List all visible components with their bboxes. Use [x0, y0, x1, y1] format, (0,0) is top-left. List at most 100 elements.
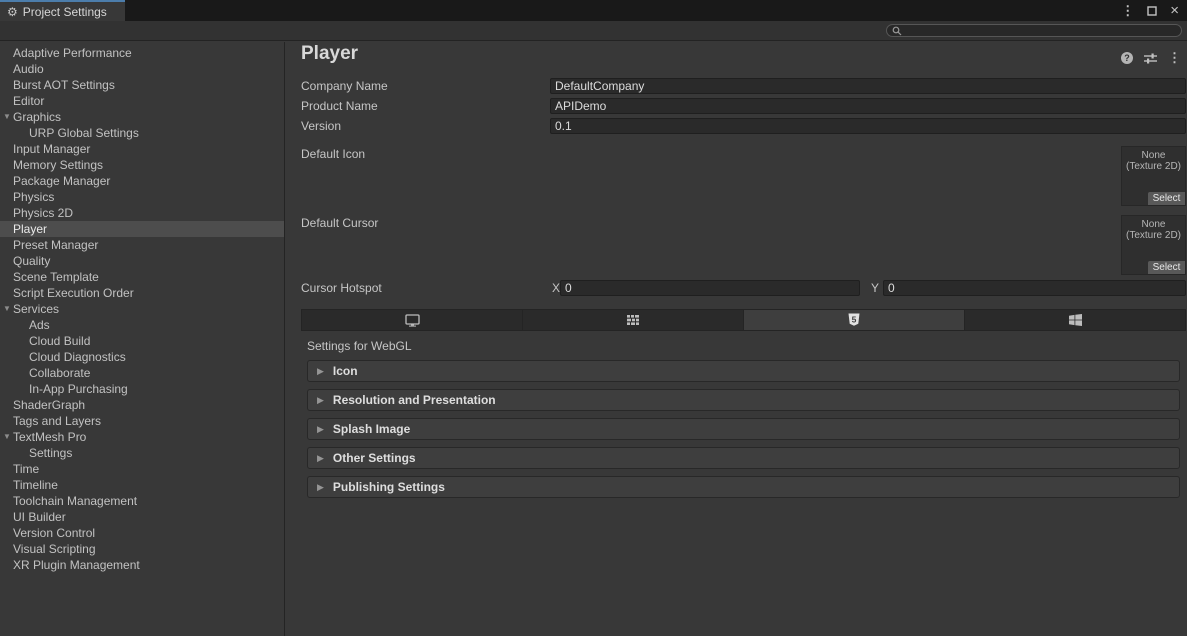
section-icon[interactable]: ▶Icon	[307, 360, 1180, 382]
presets-icon[interactable]	[1144, 53, 1157, 64]
sidebar-item-in-app-purchasing[interactable]: In-App Purchasing	[0, 381, 284, 397]
sidebar-item-memory-settings[interactable]: Memory Settings	[0, 157, 284, 173]
sidebar-item-input-manager[interactable]: Input Manager	[0, 141, 284, 157]
sidebar-item-script-execution-order[interactable]: Script Execution Order	[0, 285, 284, 301]
sidebar-item-label: Adaptive Performance	[0, 46, 132, 60]
sidebar-item-label: Preset Manager	[0, 238, 98, 252]
section-label: Splash Image	[333, 422, 410, 436]
sidebar-item-scene-template[interactable]: Scene Template	[0, 269, 284, 285]
tab-project-settings[interactable]: ⚙ Project Settings	[0, 0, 125, 21]
webgl-icon: 5	[848, 313, 860, 327]
product-name-label: Product Name	[301, 99, 378, 113]
section-other-settings[interactable]: ▶Other Settings	[307, 447, 1180, 469]
sidebar-item-quality[interactable]: Quality	[0, 253, 284, 269]
select-texture-button[interactable]: Select	[1148, 192, 1185, 205]
foldout-closed-icon: ▶	[317, 483, 324, 492]
cursor-hotspot-label: Cursor Hotspot	[301, 281, 382, 295]
sidebar-item-label: UI Builder	[0, 510, 66, 524]
version-input[interactable]: 0.1	[550, 118, 1186, 134]
sidebar-item-textmesh-pro[interactable]: ▼TextMesh Pro	[0, 429, 284, 445]
sidebar-item-label: Cloud Build	[0, 334, 90, 348]
sidebar-item-shadergraph[interactable]: ShaderGraph	[0, 397, 284, 413]
sidebar-item-services[interactable]: ▼Services	[0, 301, 284, 317]
company-name-input[interactable]: DefaultCompany	[550, 78, 1186, 94]
platform-tab-standalone[interactable]	[302, 310, 522, 330]
sidebar-item-player[interactable]: Player	[0, 221, 284, 237]
platform-tab-bar: 5	[301, 309, 1186, 331]
section-resolution-and-presentation[interactable]: ▶ Resolution and Presentation	[307, 389, 1180, 411]
foldout-open-icon[interactable]: ▼	[3, 110, 11, 124]
sidebar-item-xr-plugin-management[interactable]: XR Plugin Management	[0, 557, 284, 573]
foldout-closed-icon: ▶	[317, 396, 324, 405]
company-name-label: Company Name	[301, 79, 388, 93]
section-label: Publishing Settings	[333, 480, 445, 494]
sidebar-item-label: Audio	[0, 62, 44, 76]
section-label: Resolution and Presentation	[333, 393, 496, 407]
sidebar-item-visual-scripting[interactable]: Visual Scripting	[0, 541, 284, 557]
foldout-closed-icon: ▶	[317, 425, 324, 434]
foldout-open-icon[interactable]: ▼	[3, 430, 11, 444]
sidebar-item-ads[interactable]: Ads	[0, 317, 284, 333]
sidebar-item-settings[interactable]: Settings	[0, 445, 284, 461]
sidebar-item-cloud-build[interactable]: Cloud Build	[0, 333, 284, 349]
maximize-icon[interactable]	[1147, 6, 1157, 16]
product-name-input[interactable]: APIDemo	[550, 98, 1186, 114]
server-icon	[626, 314, 640, 326]
platform-tab-webgl[interactable]: 5	[743, 310, 964, 330]
sidebar-item-physics-2d[interactable]: Physics 2D	[0, 205, 284, 221]
window-controls: ⋮ ×	[1121, 0, 1179, 21]
section-label: Icon	[333, 364, 358, 378]
sidebar-item-label: Ads	[0, 318, 50, 332]
default-cursor-texture-slot[interactable]: None(Texture 2D)Select	[1121, 215, 1186, 275]
sidebar-item-label: Timeline	[0, 478, 58, 492]
sidebar-item-label: Script Execution Order	[0, 286, 134, 300]
window-menu-icon[interactable]: ⋮	[1121, 4, 1134, 17]
sidebar-item-toolchain-management[interactable]: Toolchain Management	[0, 493, 284, 509]
sidebar-item-urp-global-settings[interactable]: URP Global Settings	[0, 125, 284, 141]
sidebar-item-label: Collaborate	[0, 366, 90, 380]
sidebar-item-cloud-diagnostics[interactable]: Cloud Diagnostics	[0, 349, 284, 365]
section-splash-image[interactable]: ▶ Splash Image	[307, 418, 1180, 440]
sidebar-item-ui-builder[interactable]: UI Builder	[0, 509, 284, 525]
section-label: Other Settings	[333, 451, 416, 465]
toolbar	[0, 21, 1187, 41]
sidebar-item-collaborate[interactable]: Collaborate	[0, 365, 284, 381]
sidebar-item-label: Physics	[0, 190, 54, 204]
more-icon[interactable]: ⋮	[1168, 50, 1181, 66]
sidebar-item-label: Visual Scripting	[0, 542, 96, 556]
sidebar-item-timeline[interactable]: Timeline	[0, 477, 284, 493]
sidebar-item-label: TextMesh Pro	[0, 430, 86, 444]
sidebar-item-label: Toolchain Management	[0, 494, 137, 508]
sidebar-item-label: Physics 2D	[0, 206, 73, 220]
cursor-hotspot-x-input[interactable]: 0	[560, 280, 860, 296]
sidebar-item-version-control[interactable]: Version Control	[0, 525, 284, 541]
default-cursor-label: Default Cursor	[301, 216, 378, 230]
platform-tab-dedicated-server[interactable]	[522, 310, 743, 330]
sidebar-item-package-manager[interactable]: Package Manager	[0, 173, 284, 189]
sidebar-item-time[interactable]: Time	[0, 461, 284, 477]
sidebar-item-audio[interactable]: Audio	[0, 61, 284, 77]
settings-for-label: Settings for WebGL	[307, 339, 412, 353]
sidebar-item-physics[interactable]: Physics	[0, 189, 284, 205]
sidebar-item-editor[interactable]: Editor	[0, 93, 284, 109]
sidebar-item-label: Time	[0, 462, 39, 476]
sidebar-item-burst-aot-settings[interactable]: Burst AOT Settings	[0, 77, 284, 93]
foldout-open-icon[interactable]: ▼	[3, 302, 11, 316]
window-tab-title: Project Settings	[23, 5, 107, 19]
select-texture-button[interactable]: Select	[1148, 261, 1185, 274]
section-publishing-settings[interactable]: ▶ Publishing Settings	[307, 476, 1180, 498]
help-icon[interactable]: ?	[1121, 52, 1133, 64]
sidebar-item-adaptive-performance[interactable]: Adaptive Performance	[0, 45, 284, 61]
search-input[interactable]	[886, 24, 1182, 37]
search-icon	[892, 26, 902, 36]
default-icon-texture-slot[interactable]: None(Texture 2D)Select	[1121, 146, 1186, 206]
platform-tab-windows-store[interactable]	[964, 310, 1185, 330]
sidebar-item-graphics[interactable]: ▼Graphics	[0, 109, 284, 125]
cursor-hotspot-y-label: Y	[871, 281, 879, 295]
sidebar-item-preset-manager[interactable]: Preset Manager	[0, 237, 284, 253]
sidebar-item-tags-and-layers[interactable]: Tags and Layers	[0, 413, 284, 429]
close-icon[interactable]: ×	[1170, 3, 1179, 18]
cursor-hotspot-y-input[interactable]: 0	[883, 280, 1186, 296]
texture-none-label: None	[1122, 150, 1185, 161]
sidebar-list: Adaptive Performance AudioBurst AOT Setti…	[0, 45, 284, 573]
